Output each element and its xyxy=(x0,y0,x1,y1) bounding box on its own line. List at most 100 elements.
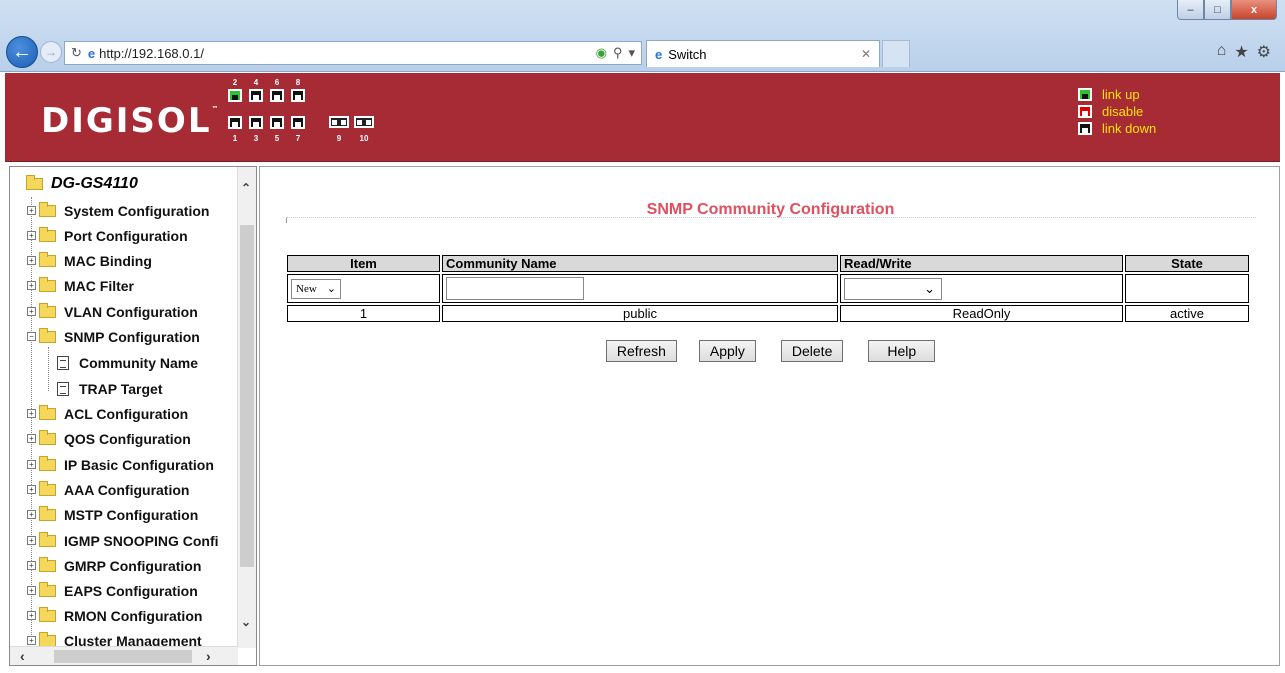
expand-icon[interactable]: + xyxy=(27,307,36,316)
legend-link-up: link up xyxy=(1078,87,1140,102)
port-4-icon[interactable] xyxy=(249,89,263,102)
expand-icon[interactable]: + xyxy=(27,409,36,418)
sidebar-item-igmp-snooping[interactable]: + IGMP SNOOPING Confi xyxy=(27,528,219,553)
collapse-icon[interactable]: − xyxy=(27,332,36,341)
close-button[interactable]: x xyxy=(1231,0,1277,20)
scroll-right-icon[interactable]: › xyxy=(206,648,211,664)
expand-icon[interactable]: + xyxy=(27,586,36,595)
search-icon[interactable]: ⚲ xyxy=(613,45,623,61)
port-8-icon[interactable] xyxy=(291,89,305,102)
sidebar-item-mac-binding[interactable]: + MAC Binding xyxy=(27,248,152,273)
expand-icon[interactable]: + xyxy=(27,281,36,290)
expand-icon[interactable]: + xyxy=(27,206,36,215)
item-select[interactable]: New ⌄ xyxy=(291,278,341,299)
expand-icon[interactable]: + xyxy=(27,536,36,545)
star-icon[interactable]: ★ xyxy=(1234,42,1248,62)
window-controls: – □ x xyxy=(1177,0,1277,20)
column-header-read-write: Read/Write xyxy=(840,255,1123,272)
delete-button[interactable]: Delete xyxy=(780,340,844,362)
sidebar-item-vlan-configuration[interactable]: + VLAN Configuration xyxy=(27,299,198,324)
community-name-cell xyxy=(442,274,838,303)
community-name-input[interactable] xyxy=(446,277,584,300)
refresh-icon[interactable]: ↻ xyxy=(71,45,82,61)
action-buttons: Refresh Apply Delete Help xyxy=(260,340,1281,362)
folder-icon xyxy=(39,455,56,471)
sidebar-item-gmrp-configuration[interactable]: + GMRP Configuration xyxy=(27,553,201,578)
minimize-button[interactable]: – xyxy=(1177,0,1204,20)
sidebar-item-snmp-configuration[interactable]: − SNMP Configuration xyxy=(27,324,200,349)
port-1-icon[interactable] xyxy=(228,116,242,129)
expand-icon[interactable]: + xyxy=(27,611,36,620)
back-button[interactable]: ← xyxy=(6,36,38,68)
main-content: SNMP Community Configuration Item Commun… xyxy=(259,166,1280,666)
address-bar[interactable]: ↻ e http://192.168.0.1/ ◉ ⚲ ▾ xyxy=(64,41,642,65)
sidebar-item-trap-target[interactable]: TRAP Target xyxy=(57,376,163,401)
apply-button[interactable]: Apply xyxy=(698,340,756,362)
legend-link-down: link down xyxy=(1078,121,1156,136)
sfp-port-9-icon[interactable] xyxy=(329,116,349,128)
folder-icon xyxy=(39,404,56,420)
scroll-left-icon[interactable]: ‹ xyxy=(20,648,25,664)
port-5-icon[interactable] xyxy=(270,116,284,129)
chevron-down-icon: ⌄ xyxy=(326,283,336,295)
read-write-select[interactable]: ⌄ xyxy=(844,277,942,300)
close-tab-icon[interactable]: ✕ xyxy=(861,47,871,61)
cell-read-write: ReadOnly xyxy=(840,305,1123,322)
forward-button[interactable]: → xyxy=(40,41,62,63)
sidebar-item-acl-configuration[interactable]: + ACL Configuration xyxy=(27,401,188,426)
folder-icon xyxy=(39,226,56,242)
new-tab-button[interactable] xyxy=(882,40,910,67)
port-label: 7 xyxy=(295,134,301,143)
port-7-icon[interactable] xyxy=(291,116,305,129)
dropdown-arrow-icon[interactable]: ▾ xyxy=(628,45,635,61)
expand-icon[interactable]: + xyxy=(27,636,36,645)
sidebar-item-aaa-configuration[interactable]: + AAA Configuration xyxy=(27,477,189,502)
sidebar-item-rmon-configuration[interactable]: + RMON Configuration xyxy=(27,603,202,628)
read-write-cell: ⌄ xyxy=(840,274,1123,303)
sfp-port-10-icon[interactable] xyxy=(354,116,374,128)
expand-icon[interactable]: + xyxy=(27,231,36,240)
help-button[interactable]: Help xyxy=(868,340,936,362)
expand-icon[interactable]: + xyxy=(27,256,36,265)
expand-icon[interactable]: + xyxy=(27,485,36,494)
port-label: 2 xyxy=(232,78,238,87)
expand-icon[interactable]: + xyxy=(27,510,36,519)
browser-toolbar-icons: ⌂ ★ ⚙ xyxy=(1217,42,1271,62)
tab-switch[interactable]: e Switch ✕ xyxy=(646,40,880,67)
expand-icon[interactable]: + xyxy=(27,460,36,469)
compatibility-view-icon[interactable]: ◉ xyxy=(596,45,607,61)
sidebar-horizontal-scrollbar[interactable]: ‹ › xyxy=(10,646,238,665)
community-table: Item Community Name Read/Write State New… xyxy=(285,253,1251,324)
sidebar-item-mstp-configuration[interactable]: + MSTP Configuration xyxy=(27,502,198,527)
port-6-icon[interactable] xyxy=(270,89,284,102)
table-row[interactable]: 1 public ReadOnly active xyxy=(287,305,1249,322)
sidebar-vertical-scrollbar[interactable]: ⌃ ⌄ xyxy=(237,167,256,648)
url-text[interactable]: http://192.168.0.1/ xyxy=(99,46,204,61)
tab-title: Switch xyxy=(668,46,707,62)
sidebar-item-port-configuration[interactable]: + Port Configuration xyxy=(27,223,188,248)
sidebar-item-mac-filter[interactable]: + MAC Filter xyxy=(27,273,134,298)
sidebar-item-system-configuration[interactable]: + System Configuration xyxy=(27,198,209,223)
sidebar-item-ip-basic-configuration[interactable]: + IP Basic Configuration xyxy=(27,452,214,477)
gear-icon[interactable]: ⚙ xyxy=(1257,42,1271,62)
port-2-icon[interactable] xyxy=(228,89,242,102)
expand-icon[interactable]: + xyxy=(27,434,36,443)
sidebar-item-community-name[interactable]: Community Name xyxy=(57,350,198,375)
sidebar-item-qos-configuration[interactable]: + QOS Configuration xyxy=(27,426,191,451)
port-label: 8 xyxy=(295,78,301,87)
tree-root[interactable]: DG-GS4110 xyxy=(26,175,138,193)
ie-tab-icon: e xyxy=(655,46,663,62)
refresh-button[interactable]: Refresh xyxy=(605,340,677,362)
port-3-icon[interactable] xyxy=(249,116,263,129)
title-divider xyxy=(286,217,1256,223)
expand-icon[interactable]: + xyxy=(27,561,36,570)
scroll-down-icon[interactable]: ⌄ xyxy=(241,615,251,629)
sidebar-item-eaps-configuration[interactable]: + EAPS Configuration xyxy=(27,578,198,603)
scroll-up-icon[interactable]: ⌃ xyxy=(241,181,251,195)
home-icon[interactable]: ⌂ xyxy=(1217,42,1227,62)
scrollbar-thumb[interactable] xyxy=(240,225,254,567)
cell-state: active xyxy=(1125,305,1249,322)
maximize-button[interactable]: □ xyxy=(1204,0,1231,20)
scrollbar-thumb[interactable] xyxy=(54,650,192,663)
sidebar-item-cluster-management[interactable]: + Cluster Management xyxy=(27,628,202,648)
